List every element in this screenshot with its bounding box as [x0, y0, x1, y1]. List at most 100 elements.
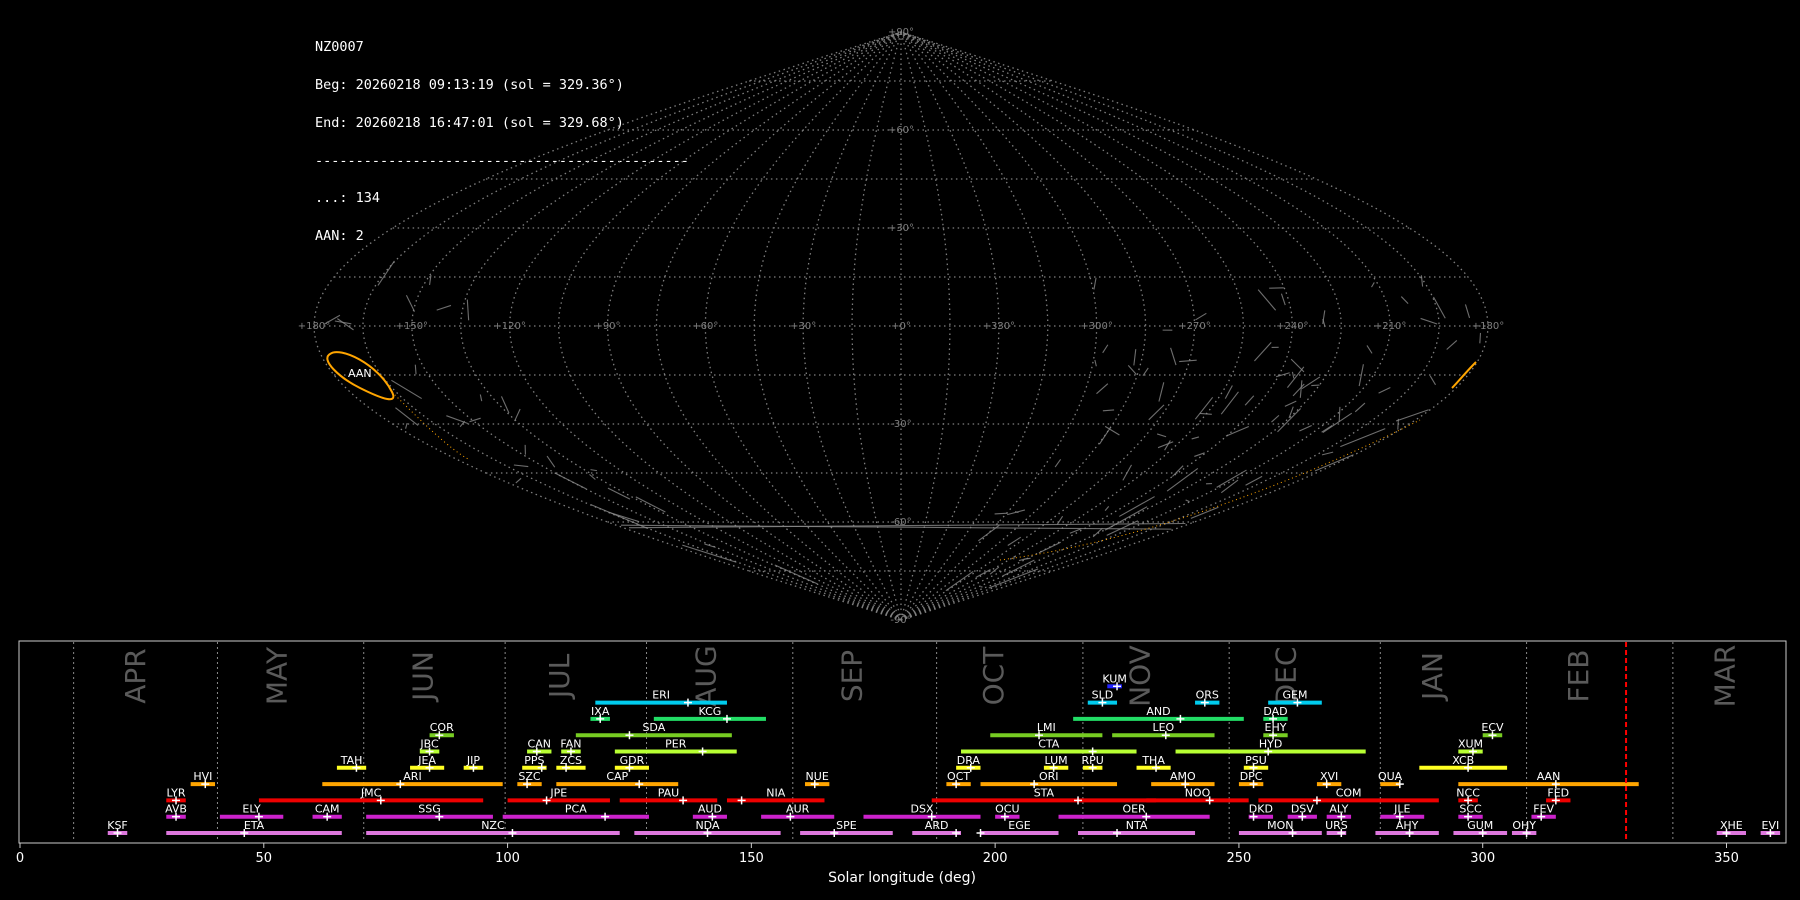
shower-label: KUM: [1102, 672, 1126, 685]
lon-tick-label: +90°: [594, 321, 620, 332]
sporadic-trail: [514, 408, 521, 422]
shower-label: DPC: [1240, 770, 1263, 783]
sporadic-trail: [1371, 282, 1375, 288]
sporadic-trail: [1254, 342, 1272, 362]
shower-label: JBC: [419, 738, 439, 751]
shower-label: PSU: [1245, 754, 1267, 767]
x-tick-label: 150: [739, 851, 764, 866]
sporadic-trail: [1280, 293, 1286, 306]
sporadic-trail: [515, 477, 522, 484]
shower-label: MON: [1267, 819, 1293, 832]
shower-dkd: DKD: [1248, 803, 1274, 821]
sporadic-trail: [1194, 452, 1205, 457]
shower-label: OER: [1122, 803, 1146, 816]
sporadic-trail: [1245, 475, 1263, 486]
sporadic-trail: [1194, 396, 1214, 420]
month-label: AUG: [689, 645, 722, 706]
sporadic-trail: [1277, 408, 1302, 433]
shower-label: RPU: [1081, 754, 1103, 767]
lat-tick-label: +30°: [888, 223, 914, 234]
sporadic-trail: [1395, 409, 1429, 422]
sporadic-trail: [500, 396, 510, 414]
sporadic-trail: [1276, 372, 1290, 378]
shower-label: EVI: [1762, 819, 1780, 832]
month-label: OCT: [977, 646, 1010, 706]
shower-szc: SZC: [517, 770, 542, 789]
shower-fan: FAN: [560, 738, 581, 756]
shower-label: OHY: [1512, 819, 1536, 832]
shower-label: KSF: [107, 819, 128, 832]
sporadic-trail: [608, 511, 640, 523]
shower-dad: DAD: [1263, 705, 1288, 723]
shower-lyr: LYR: [166, 786, 186, 805]
shower-ehy: EHY: [1263, 721, 1288, 740]
x-tick-label: 350: [1714, 851, 1739, 866]
sporadic-trail: [1069, 528, 1082, 534]
sporadic-trail: [1257, 289, 1277, 311]
x-axis-label: Solar longitude (deg): [828, 870, 976, 886]
sporadic-trail: [1220, 479, 1239, 494]
shower-xhe: XHE: [1716, 819, 1746, 837]
sporadic-trail: [1354, 402, 1366, 413]
shower-dra: DRA: [956, 754, 981, 772]
sporadic-trail: [1199, 412, 1212, 415]
shower-label: FEV: [1533, 803, 1554, 816]
sporadic-trail: [1170, 347, 1177, 366]
shower-label: NTA: [1126, 819, 1148, 832]
shower-label: ECV: [1481, 721, 1504, 734]
shower-label: FED: [1547, 786, 1569, 799]
sporadic-trail: [1102, 344, 1109, 354]
shower-label: SDA: [642, 721, 665, 734]
sporadic-trail: [1191, 436, 1200, 440]
shower-ocu: OCU: [995, 803, 1020, 821]
month-label: SEP: [836, 650, 869, 702]
shower-label: KCG: [698, 705, 721, 718]
sky-map: AAN +180° +150° +120° +90° +60° +30° +0° +330° +…: [298, 27, 1504, 626]
shower-zcs: ZCS: [556, 754, 586, 772]
sporadic-trail: [436, 304, 452, 311]
sporadic-trail: [1156, 433, 1167, 438]
shower-label: LYR: [167, 786, 186, 799]
shower-qua: QUA: [1378, 770, 1404, 789]
shower-aud: AUD: [692, 803, 727, 821]
sporadic-trail: [1104, 425, 1120, 436]
sporadic-trail: [1172, 465, 1184, 477]
sporadic-trail: [1338, 406, 1341, 422]
month-label: FEB: [1562, 649, 1595, 702]
shower-label: GDR: [620, 754, 645, 767]
sporadic-trail: [446, 415, 469, 425]
lat-tick-label: +60°: [888, 125, 914, 136]
shower-label: DKD: [1249, 803, 1273, 816]
sporadic-trail: [1096, 383, 1109, 395]
shower-oct: OCT: [946, 770, 971, 789]
sporadic-trail: [1299, 380, 1303, 398]
shower-label: COM: [1336, 786, 1362, 799]
shower-label: LEO: [1152, 721, 1174, 734]
sporadic-trail: [1314, 454, 1354, 472]
shower-label: CTA: [1038, 738, 1060, 751]
shower-hvi: HVI: [190, 770, 216, 789]
shower-label: PCA: [565, 803, 587, 816]
shower-psu: PSU: [1243, 754, 1269, 772]
month-label: JUL: [543, 653, 576, 700]
aan-radiant-track: [999, 419, 1421, 561]
lon-tick-label: +180°: [1472, 321, 1504, 332]
shower-label: TAH: [340, 754, 363, 767]
shower-label: HVI: [193, 770, 212, 783]
shower-label: PAU: [658, 786, 680, 799]
sporadic-trail: [546, 455, 556, 468]
shower-dpc: DPC: [1238, 770, 1264, 789]
shower-scc: SCC: [1458, 803, 1483, 821]
sporadic-trail: [682, 544, 737, 563]
sporadic-trail: [590, 469, 597, 472]
lon-tick-label: +0°: [891, 321, 911, 332]
shower-label: DSV: [1291, 803, 1314, 816]
shower-ohy: OHY: [1511, 819, 1537, 837]
aan-arc-right: [1451, 361, 1477, 389]
shower-label: AVB: [165, 803, 187, 816]
lon-tick-label: +30°: [790, 321, 816, 332]
shower-label: ELY: [242, 803, 261, 816]
shower-evi: EVI: [1760, 819, 1781, 837]
month-label: JUN: [407, 651, 440, 703]
shower-label: NZC: [481, 819, 505, 832]
